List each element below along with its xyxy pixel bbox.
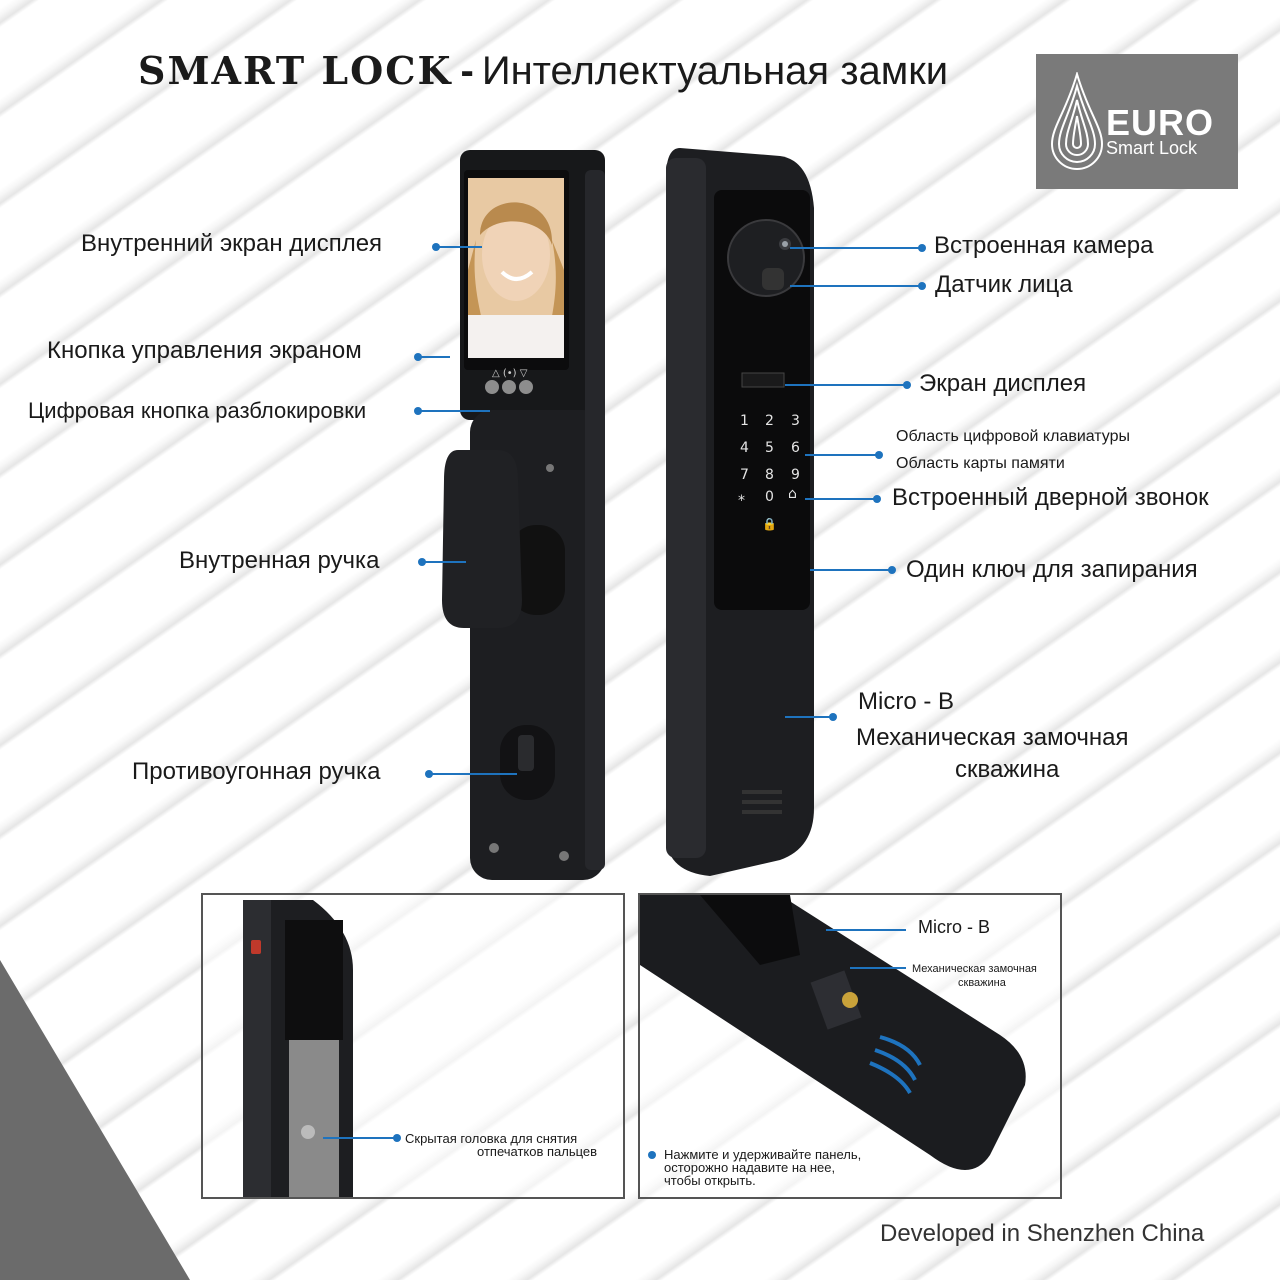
right-caption-line3: чтобы открыть. [664,1173,756,1188]
svg-text:*: * [738,493,745,509]
callout-dot [918,282,926,290]
svg-text:0: 0 [765,489,774,505]
callout-line [438,246,482,248]
callout-line [805,498,875,500]
callout-line [826,929,906,931]
callout-line [431,773,517,775]
callout-dot [873,495,881,503]
svg-text:2: 2 [765,413,774,429]
panel-keyhole-view: Micro - B Механическая замочная скважина… [638,893,1062,1199]
footer-text: Developed in Shenzhen China [880,1220,1205,1247]
svg-text:6: 6 [791,440,800,456]
svg-text:△ (•) ▽: △ (•) ▽ [492,368,528,379]
label-inner-screen: Внутренний экран дисплея [81,230,383,257]
svg-text:9: 9 [791,467,800,483]
callout-dot [875,451,883,459]
svg-text:7: 7 [740,467,749,483]
svg-text:🔒: 🔒 [762,517,777,531]
svg-text:4: 4 [740,440,749,456]
droplet-logo-icon [1050,72,1104,170]
right-micro-b: Micro - B [918,917,990,937]
title-en: SMART LOCK [138,48,453,93]
label-keypad-area: Область цифровой клавиатуры [896,428,1131,445]
callout-line [420,410,490,412]
callout-dot [888,566,896,574]
callout-line [810,569,890,571]
callout-line [790,247,920,249]
label-one-key-lock: Один ключ для запирания [906,556,1198,583]
callout-line [785,716,831,718]
svg-text:5: 5 [765,440,774,456]
inner-lock-illustration: △ (•) ▽ [442,150,605,880]
callout-line [323,1137,395,1139]
callout-dot [903,381,911,389]
callout-line [805,454,877,456]
title-sep: - [460,49,474,93]
callout-dot [918,244,926,252]
label-display-screen: Экран дисплея [919,370,1087,397]
callout-line [420,356,450,358]
label-digital-unlock: Цифровая кнопка разблокировки [28,398,367,423]
label-screen-button: Кнопка управления экраном [47,337,362,364]
corner-triangle [0,960,190,1280]
euro-logo: EURO Smart Lock [1036,54,1238,189]
svg-text:8: 8 [765,467,774,483]
panel-side-view: Скрытая головка для снятия отпечатков па… [201,893,625,1199]
callout-dot [393,1134,401,1142]
label-keyhole-line1: Механическая замочная [856,724,1129,751]
label-micro-b: Micro - B [858,688,954,715]
left-caption-line2: отпечатков пальцев [477,1144,598,1159]
label-inner-handle: Внутренная ручка [179,547,380,574]
callout-line [424,561,466,563]
outer-lock-illustration: 12 3 45 6 78 9 * 0 ⌂ 🔒 [666,148,814,876]
callout-dot [648,1151,656,1159]
callout-dot [829,713,837,721]
right-keyhole-line1: Механическая замочная [912,963,1037,975]
callout-line [785,384,905,386]
label-camera: Встроенная камера [934,232,1154,259]
svg-text:1: 1 [740,413,749,429]
label-doorbell: Встроенный дверной звонок [892,484,1209,511]
label-anti-theft: Противоугонная ручка [132,758,381,785]
svg-text:⌂: ⌂ [788,486,797,502]
svg-text:3: 3 [791,413,800,429]
label-keyhole-line2: скважина [955,756,1060,783]
label-card-area: Область карты памяти [896,455,1065,472]
label-face-sensor: Датчик лица [935,271,1073,298]
page-title: SMART LOCK - Интеллектуальная замки [138,48,948,94]
right-keyhole-line2: скважина [958,977,1006,989]
side-lock-illustration [243,900,353,1197]
logo-sub: Smart Lock [1106,138,1198,158]
title-ru: Интеллектуальная замки [481,49,949,93]
callout-line [790,285,920,287]
callout-line [850,967,906,969]
